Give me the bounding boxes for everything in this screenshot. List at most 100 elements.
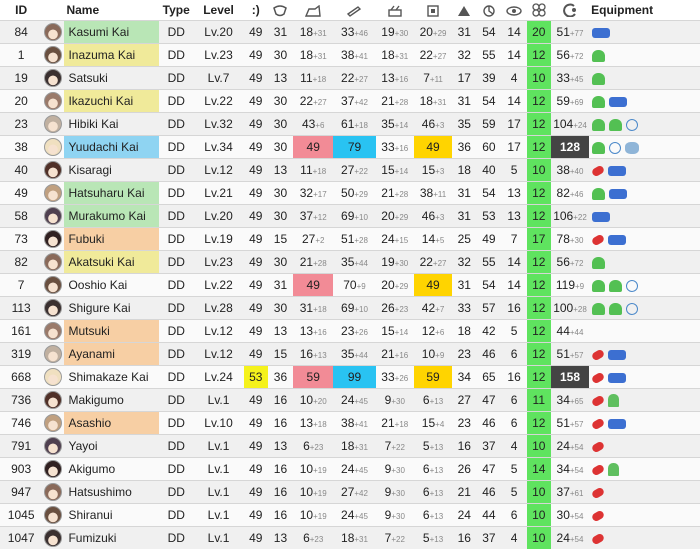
ship-name[interactable]: Satsuki xyxy=(64,67,159,90)
table-row[interactable]: 82Akatsuki KaiDDLv.23493021+2835+4419+30… xyxy=(0,251,700,274)
table-row[interactable]: 161MutsukiDDLv.12491313+1623+2615+1412+6… xyxy=(0,320,700,343)
col-name-header[interactable]: Name xyxy=(64,0,159,21)
eq-torp-red-icon[interactable] xyxy=(591,509,605,522)
col-morale-header[interactable]: :) xyxy=(244,0,268,21)
eq-plane-green-icon[interactable] xyxy=(592,73,605,85)
col-los-header[interactable] xyxy=(502,0,527,21)
table-row[interactable]: 23Hibiki KaiDDLv.32493043+661+1835+1446+… xyxy=(0,113,700,136)
ship-name[interactable]: Mutsuki xyxy=(64,320,159,343)
ship-name[interactable]: Murakumo Kai xyxy=(64,205,159,228)
eq-gauge-icon[interactable] xyxy=(626,119,638,131)
table-row[interactable]: 791YayoiDDLv.149136+2318+317+225+1316374… xyxy=(0,435,700,458)
table-row[interactable]: 736MakigumoDDLv.1491610+2024+459+306+132… xyxy=(0,389,700,412)
table-row[interactable]: 84Kasumi KaiDDLv.20493118+3133+4619+3020… xyxy=(0,21,700,44)
eq-gun-blue-icon[interactable] xyxy=(609,189,627,199)
col-firepower-header[interactable] xyxy=(293,0,333,21)
col-aa-header[interactable] xyxy=(376,0,414,21)
table-row[interactable]: 73FubukiDDLv.19491527+251+2824+1514+5254… xyxy=(0,228,700,251)
ship-name[interactable]: Hibiki Kai xyxy=(64,113,159,136)
ship-name[interactable]: Makigumo xyxy=(64,389,159,412)
col-type-header[interactable]: Type xyxy=(159,0,193,21)
col-level-header[interactable]: Level xyxy=(193,0,243,21)
eq-gun-blue-icon[interactable] xyxy=(608,373,626,383)
ship-name[interactable]: Ooshio Kai xyxy=(64,274,159,297)
eq-torp-red-icon[interactable] xyxy=(591,164,605,177)
eq-plane-green-icon[interactable] xyxy=(609,119,622,131)
eq-gun-blue-icon[interactable] xyxy=(592,28,610,38)
col-armor-header[interactable] xyxy=(414,0,452,21)
eq-gauge-icon[interactable] xyxy=(626,303,638,315)
ship-name[interactable]: Inazuma Kai xyxy=(64,44,159,67)
ship-name[interactable]: Yuudachi Kai xyxy=(64,136,159,159)
ship-name[interactable]: Kisaragi xyxy=(64,159,159,182)
eq-plane-green-icon[interactable] xyxy=(592,142,605,154)
col-asw-header[interactable] xyxy=(476,0,501,21)
eq-radar-green-icon[interactable] xyxy=(608,463,619,476)
eq-torp-red-icon[interactable] xyxy=(591,233,605,246)
table-row[interactable]: 19SatsukiDDLv.7491311+1822+2713+167+1117… xyxy=(0,67,700,90)
table-row[interactable]: 1045ShiranuiDDLv.1491610+1924+459+306+13… xyxy=(0,504,700,527)
ship-name[interactable]: Fumizuki xyxy=(64,527,159,549)
ship-name[interactable]: Hatsuharu Kai xyxy=(64,182,159,205)
eq-torp-red-icon[interactable] xyxy=(591,371,605,384)
eq-plane-green-icon[interactable] xyxy=(592,50,605,62)
ship-name[interactable]: Yayoi xyxy=(64,435,159,458)
table-row[interactable]: 668Shimakaze KaiDDLv.245336599933+265934… xyxy=(0,366,700,389)
eq-gun-blue-icon[interactable] xyxy=(608,419,626,429)
eq-plane-green-icon[interactable] xyxy=(592,257,605,269)
eq-plane-green-icon[interactable] xyxy=(609,280,622,292)
table-row[interactable]: 40KisaragiDDLv.12491311+1827+2215+1415+3… xyxy=(0,159,700,182)
eq-radar-green-icon[interactable] xyxy=(608,394,619,407)
col-range-header[interactable] xyxy=(551,0,589,21)
table-row[interactable]: 38Yuudachi KaiDDLv.344930497933+16493660… xyxy=(0,136,700,159)
eq-gun-blue-icon[interactable] xyxy=(608,235,626,245)
eq-torp-red-icon[interactable] xyxy=(591,463,605,476)
ship-name[interactable]: Shiranui xyxy=(64,504,159,527)
table-row[interactable]: 746AsashioDDLv.10491613+1838+4121+1815+4… xyxy=(0,412,700,435)
ship-name[interactable]: Akigumo xyxy=(64,458,159,481)
eq-gauge-icon[interactable] xyxy=(609,142,621,154)
table-row[interactable]: 49Hatsuharu KaiDDLv.21493032+1750+2921+2… xyxy=(0,182,700,205)
table-row[interactable]: 319AyanamiDDLv.12491516+1335+4421+1610+9… xyxy=(0,343,700,366)
eq-gun-blue-icon[interactable] xyxy=(608,350,626,360)
col-equipment-header[interactable]: Equipment xyxy=(589,0,700,21)
ship-name[interactable]: Akatsuki Kai xyxy=(64,251,159,274)
col-torpedo-header[interactable] xyxy=(333,0,375,21)
table-row[interactable]: 58Murakumo KaiDDLv.20493037+1269+1020+29… xyxy=(0,205,700,228)
eq-plane-green-icon[interactable] xyxy=(592,280,605,292)
eq-plane-green-icon[interactable] xyxy=(592,303,605,315)
eq-gauge-icon[interactable] xyxy=(626,280,638,292)
table-row[interactable]: 1047FumizukiDDLv.149136+2318+317+225+131… xyxy=(0,527,700,549)
eq-gun-blue-icon[interactable] xyxy=(609,97,627,107)
eq-torp-red-icon[interactable] xyxy=(591,532,605,545)
eq-plane-green-icon[interactable] xyxy=(592,188,605,200)
eq-torp-red-icon[interactable] xyxy=(591,417,605,430)
col-id-header[interactable]: ID xyxy=(0,0,42,21)
col-luck-header[interactable] xyxy=(527,0,551,21)
table-row[interactable]: 113Shigure KaiDDLv.28493031+1869+1026+23… xyxy=(0,297,700,320)
eq-torp-red-icon[interactable] xyxy=(591,486,605,499)
eq-torp-red-icon[interactable] xyxy=(591,440,605,453)
col-evasion-header[interactable] xyxy=(452,0,476,21)
col-hp-header[interactable] xyxy=(268,0,293,21)
ship-name[interactable]: Fubuki xyxy=(64,228,159,251)
eq-gun-blue-icon[interactable] xyxy=(608,166,626,176)
eq-gun-blue-icon[interactable] xyxy=(592,212,610,222)
eq-torp-red-icon[interactable] xyxy=(591,394,605,407)
eq-torp-red-icon[interactable] xyxy=(591,348,605,361)
table-row[interactable]: 1Inazuma KaiDDLv.23493018+3138+4118+3122… xyxy=(0,44,700,67)
ship-name[interactable]: Shimakaze Kai xyxy=(64,366,159,389)
eq-depth-icon[interactable] xyxy=(625,142,639,154)
eq-plane-green-icon[interactable] xyxy=(592,119,605,131)
ship-name[interactable]: Ayanami xyxy=(64,343,159,366)
table-row[interactable]: 7Ooshio KaiDDLv.2249314970+920+294931541… xyxy=(0,274,700,297)
eq-plane-green-icon[interactable] xyxy=(609,303,622,315)
eq-plane-green-icon[interactable] xyxy=(592,96,605,108)
ship-name[interactable]: Hatsushimo xyxy=(64,481,159,504)
ship-name[interactable]: Kasumi Kai xyxy=(64,21,159,44)
table-row[interactable]: 947HatsushimoDDLv.1491610+1927+429+306+1… xyxy=(0,481,700,504)
table-row[interactable]: 903AkigumoDDLv.1491610+1924+459+306+1326… xyxy=(0,458,700,481)
ship-name[interactable]: Asashio xyxy=(64,412,159,435)
table-row[interactable]: 20Ikazuchi KaiDDLv.22493022+2737+4221+28… xyxy=(0,90,700,113)
ship-name[interactable]: Shigure Kai xyxy=(64,297,159,320)
